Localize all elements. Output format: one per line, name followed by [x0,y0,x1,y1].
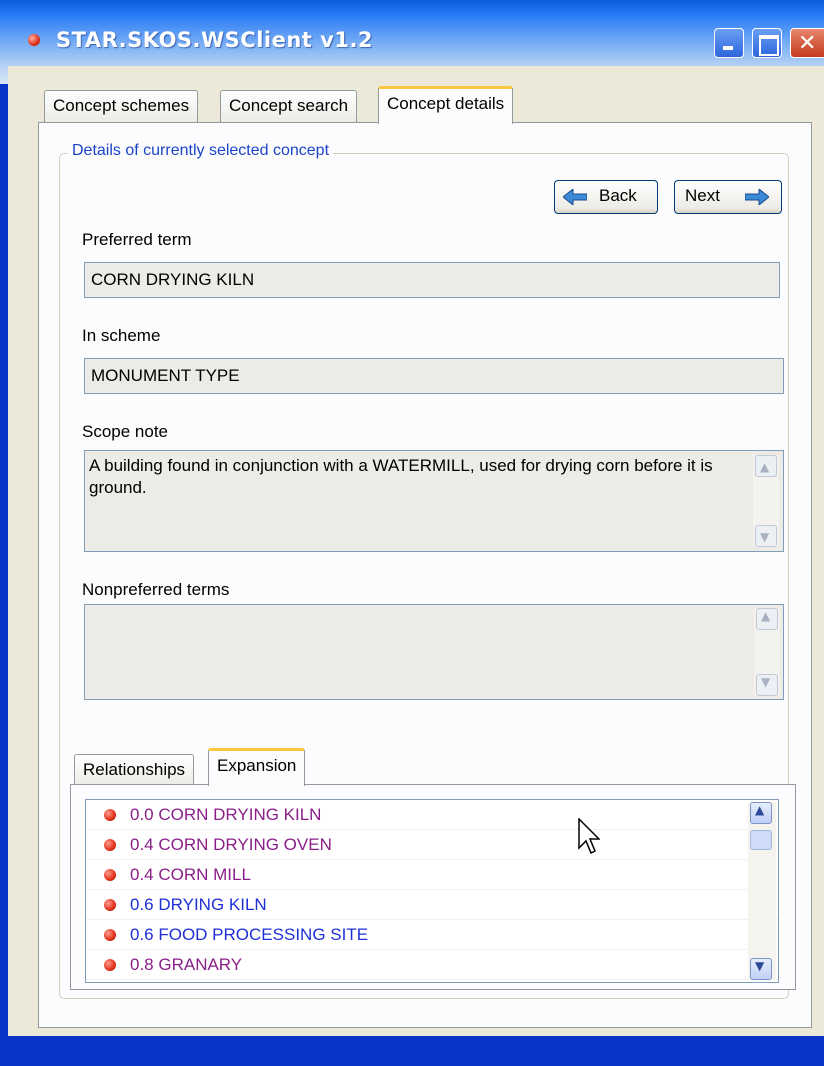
back-label: Back [599,186,637,205]
scroll-down-button[interactable] [755,525,777,548]
back-button[interactable]: Back [554,180,658,214]
tab-relationships[interactable]: Relationships [74,754,195,786]
tab-concept-details[interactable]: Concept details [378,86,514,124]
bullet-icon [104,839,116,851]
next-button[interactable]: Next [674,180,782,214]
expansion-scrollbar[interactable] [748,802,776,980]
concept-details-page: Details of currently selected concept Ba… [38,122,812,1028]
list-item-label: 0.6 DRYING KILN [130,895,267,914]
client-area: Concept schemes Concept search Concept d… [8,66,824,1036]
list-item-label: 0.0 CORN DRYING KILN [130,805,322,824]
details-groupbox: Details of currently selected concept Ba… [59,142,796,999]
in-scheme-field[interactable]: MONUMENT TYPE [84,358,784,394]
arrow-right-icon [745,189,769,205]
list-item-label: 0.6 FOOD PROCESSING SITE [130,925,369,944]
list-item-label: 0.4 CORN DRYING OVEN [130,835,332,854]
application-window: STAR.SKOS.WSClient v1.2 Concept schemes … [0,0,824,1066]
tab-expansion[interactable]: Expansion [208,748,306,786]
scroll-thumb[interactable] [750,830,772,850]
list-item[interactable]: 0.4 CORN DRYING OVEN [86,830,778,860]
scroll-down-button[interactable] [750,958,772,980]
preferred-term-field[interactable]: CORN DRYING KILN [84,262,780,298]
scope-note-scrollbar[interactable] [753,455,779,548]
list-item[interactable]: 0.0 CORN DRYING KILN [86,800,778,830]
bullet-icon [104,869,116,881]
preferred-term-label: Preferred term [82,230,192,249]
bullet-icon [104,899,116,911]
window-title: STAR.SKOS.WSClient v1.2 [56,28,374,52]
mouse-pointer-icon [578,818,600,855]
list-item[interactable]: 0.4 CORN MILL [86,860,778,890]
bullet-icon [104,959,116,971]
list-item[interactable]: 0.8 GRANARY [86,950,778,980]
expansion-list[interactable]: 0.0 CORN DRYING KILN 0.4 CORN DRYING OVEN… [85,799,779,983]
list-item[interactable]: 0.6 DRYING KILN [86,890,778,920]
nonpreferred-terms-field[interactable] [84,604,784,700]
maximize-button[interactable] [752,28,782,58]
list-item[interactable]: 0.6 FOOD PROCESSING SITE [86,920,778,950]
arrow-left-icon [563,189,587,205]
scroll-up-button[interactable] [755,455,777,478]
group-title: Details of currently selected concept [68,142,334,160]
app-icon [28,34,40,46]
nonpreferred-terms-label: Nonpreferred terms [82,580,230,599]
scope-note-label: Scope note [82,422,169,441]
expansion-page: 0.0 CORN DRYING KILN 0.4 CORN DRYING OVEN… [70,784,796,990]
next-label: Next [685,186,720,205]
bullet-icon [104,929,116,941]
tab-concept-schemes[interactable]: Concept schemes [44,90,199,122]
scope-note-text: A building found in conjunction with a W… [89,456,713,497]
bullet-icon [104,809,116,821]
tab-concept-search[interactable]: Concept search [220,90,358,122]
expansion-items: 0.0 CORN DRYING KILN 0.4 CORN DRYING OVEN… [86,800,778,980]
list-item-label: 0.8 GRANARY [130,955,243,974]
close-button[interactable] [790,28,824,58]
in-scheme-label: In scheme [82,326,161,345]
scope-note-field[interactable]: A building found in conjunction with a W… [84,450,784,552]
scroll-up-button[interactable] [750,802,772,824]
list-item-label: 0.4 CORN MILL [130,865,251,884]
minimize-button[interactable] [714,28,744,58]
